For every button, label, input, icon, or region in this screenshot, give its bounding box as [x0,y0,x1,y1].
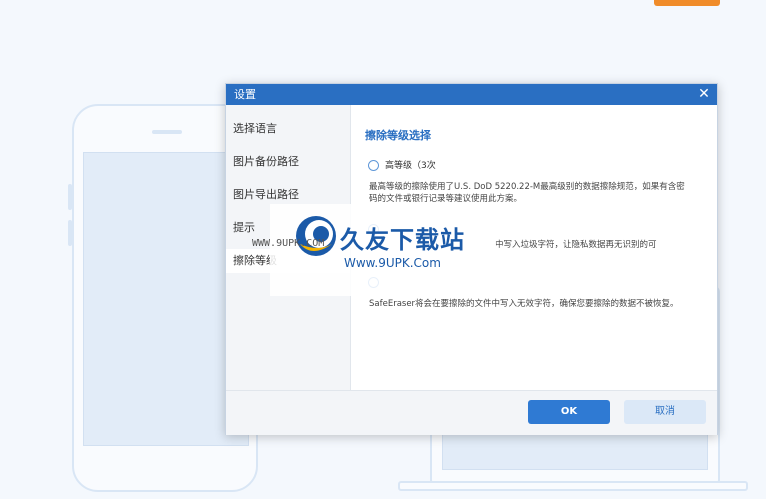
app-window: 设置 ✕ 选择语言 图片备份路径 图片导出路径 提示 擦除等级 擦除等级选择 高… [0,0,766,499]
watermark-url: Www.9UPK.Com [344,256,441,270]
ok-button[interactable]: OK [528,400,610,424]
watermark-side-url: WWW.9UPK.COM [252,238,325,249]
dialog-title: 设置 [234,88,256,101]
radio-high[interactable] [368,160,379,171]
close-icon[interactable]: ✕ [697,85,711,103]
dialog-titlebar: 设置 ✕ [226,84,717,105]
section-title: 擦除等级选择 [365,129,431,142]
watermark-title: 久友下载站 [340,226,465,254]
cancel-button[interactable]: 取消 [624,400,706,424]
option-high-description: 最高等级的擦除使用了U.S. DoD 5220.22-M最高级别的数据擦除规范，… [369,182,685,204]
option-medium-description: 中写入垃圾字符，让隐私数据再无识别的可 [495,240,657,250]
dialog-footer: OK 取消 [226,390,717,435]
sidebar-item-language[interactable]: 选择语言 [226,117,350,141]
sidebar-item-backup-path[interactable]: 图片备份路径 [226,150,350,174]
phone-speaker [152,130,182,134]
phone-side-button [68,220,72,246]
option-low-description: SafeEraser将会在要擦除的文件中写入无效字符，确保您要擦除的数据不被恢复… [369,299,679,309]
monitor-base [398,481,748,491]
top-action-button[interactable] [654,0,720,6]
watermark-overlay: WWW.9UPK.COM 久友下载站 Www.9UPK.Com [252,204,496,296]
phone-side-button [68,184,72,210]
option-high-label: 高等级（3次 [385,161,436,171]
9upk-logo [296,216,336,256]
